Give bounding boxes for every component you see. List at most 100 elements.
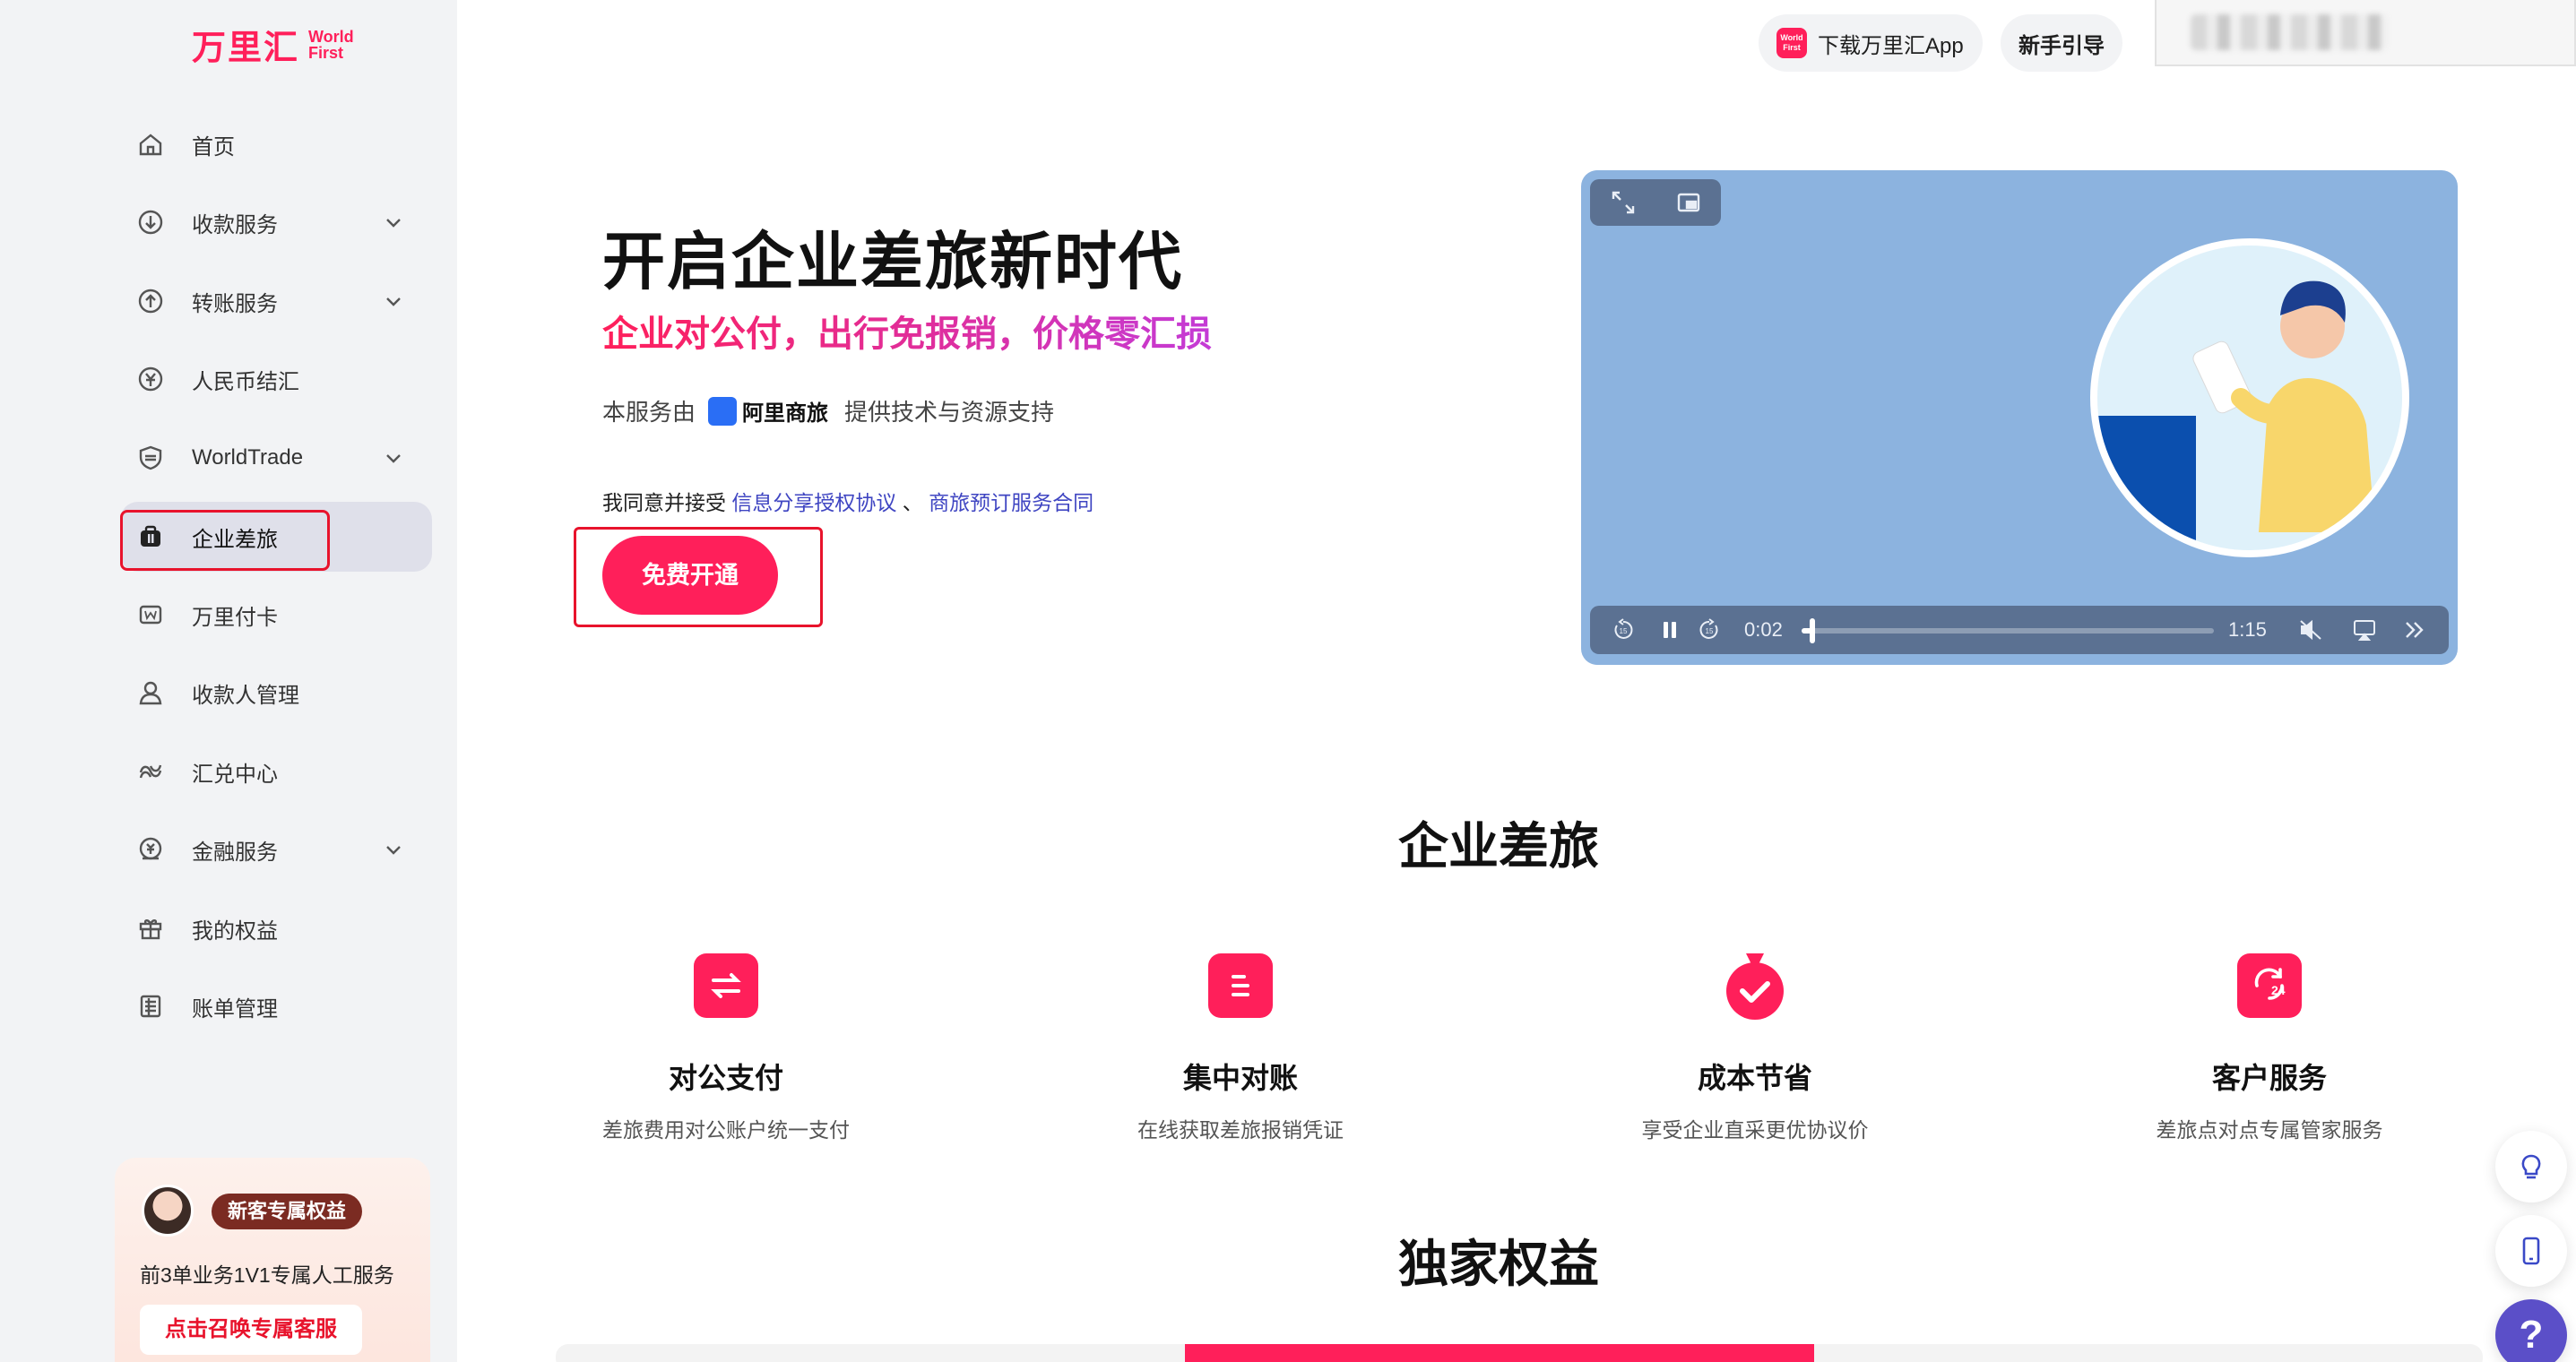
sidebar-item-label: 收款服务 <box>192 212 278 237</box>
feature-description: 在线获取差旅报销凭证 <box>1137 1118 1344 1142</box>
video-progress-handle[interactable] <box>1810 618 1816 643</box>
gift-icon <box>136 914 165 943</box>
beginner-guide-button[interactable]: 新手引导 <box>2001 14 2122 72</box>
user-account-menu[interactable] <box>2155 0 2576 66</box>
alibaba-travel-logo: 阿里商旅 <box>708 395 828 427</box>
feature-title: 客户服务 <box>2211 1062 2327 1094</box>
transfer-icon <box>136 287 165 315</box>
svg-text:24: 24 <box>2271 983 2286 997</box>
page-subtitle: 企业对公付，出行免报销，价格零汇损 <box>602 305 1212 357</box>
more-chevrons-icon[interactable] <box>2402 618 2427 642</box>
sidebar-item-label: 企业差旅 <box>192 527 278 552</box>
feature-title: 对公支付 <box>668 1062 783 1094</box>
feature-cost-saving: 成本节省 享受企业直采更优协议价 <box>1594 953 1916 1143</box>
service-provider-line: 本服务由 阿里商旅 提供技术与资源支持 <box>602 394 1054 427</box>
mute-icon[interactable] <box>2298 618 2323 642</box>
service-prefix: 本服务由 <box>602 399 696 426</box>
partner-name: 阿里商旅 <box>742 401 829 426</box>
chevron-down-icon <box>386 297 401 306</box>
sidebar-item-label: 收款人管理 <box>192 683 299 708</box>
fullscreen-icon[interactable] <box>1610 189 1637 216</box>
sidebar-item-benefits[interactable]: 我的权益 <box>120 893 432 963</box>
svg-text:15: 15 <box>1706 627 1714 635</box>
summon-support-button[interactable]: 点击召唤专属客服 <box>140 1305 362 1355</box>
service-suffix: 提供技术与资源支持 <box>844 399 1055 426</box>
page-title: 开启企业差旅新时代 <box>602 227 1183 297</box>
tips-button[interactable] <box>2495 1131 2567 1203</box>
video-top-controls <box>1590 179 1721 226</box>
sidebar-item-transfer[interactable]: 转账服务 <box>120 266 432 336</box>
sidebar-item-label: 首页 <box>192 134 235 159</box>
forward-15-icon[interactable]: 15 <box>1698 618 1721 642</box>
home-icon <box>136 130 165 159</box>
sidebar-item-home[interactable]: 首页 <box>120 109 432 179</box>
download-app-label: 下载万里汇App <box>1818 33 1964 58</box>
service-24-icon: 24 <box>2237 953 2302 1018</box>
intro-video-player[interactable]: 15 15 0:02 1:15 <box>1581 170 2458 665</box>
bill-icon <box>136 992 165 1021</box>
chevron-down-icon <box>386 454 401 463</box>
video-current-time: 0:02 <box>1744 618 1783 641</box>
phone-icon <box>2522 1237 2540 1265</box>
briefcase-icon <box>136 522 165 551</box>
sidebar-item-card[interactable]: 万里付卡 <box>120 580 432 650</box>
sidebar-item-payees[interactable]: 收款人管理 <box>120 658 432 728</box>
airplay-icon[interactable] <box>2352 618 2377 642</box>
sidebar-item-label: 万里付卡 <box>192 605 278 630</box>
rewind-15-icon[interactable]: 15 <box>1612 618 1635 642</box>
app-root: 万里汇 World First 首页 收款服务 转账服务 人民币结汇 World… <box>0 0 2576 1362</box>
feature-title: 集中对账 <box>1182 1062 1298 1094</box>
sidebar-item-label: 汇兑中心 <box>192 762 278 787</box>
card-icon <box>136 600 165 629</box>
sidebar: 万里汇 World First 首页 收款服务 转账服务 人民币结汇 World… <box>0 0 457 1362</box>
sidebar-item-rmb[interactable]: 人民币结汇 <box>120 344 432 414</box>
chevron-down-icon <box>386 219 401 228</box>
feature-description: 差旅点对点专属管家服务 <box>2156 1118 2383 1142</box>
free-activate-button[interactable]: 免费开通 <box>602 536 778 615</box>
sidebar-item-business-travel[interactable]: 企业差旅 <box>120 502 432 572</box>
feature-description: 享受企业直采更优协议价 <box>1641 1118 1869 1142</box>
section-title-benefits: 独家权益 <box>1398 1236 1599 1292</box>
feature-corporate-payment: 对公支付 差旅费用对公账户统一支付 <box>565 953 887 1143</box>
info-sharing-agreement-link[interactable]: 信息分享授权协议 <box>731 491 896 514</box>
benefits-tab-strip <box>556 1344 2483 1362</box>
sidebar-item-exchange[interactable]: 汇兑中心 <box>120 737 432 806</box>
pause-icon[interactable] <box>1658 618 1681 642</box>
receive-icon <box>136 208 165 237</box>
sidebar-item-label: WorldTrade <box>192 445 304 470</box>
agreement-line: 我同意并接受 信息分享授权协议 、 商旅预订服务合同 <box>602 486 1094 516</box>
question-mark-icon: ? <box>2519 1313 2544 1357</box>
feature-customer-service: 24 客户服务 差旅点对点专属管家服务 <box>2108 953 2431 1143</box>
shield-icon <box>136 444 165 472</box>
blurred-account-info <box>2191 14 2388 50</box>
feature-reconciliation: 集中对账 在线获取差旅报销凭证 <box>1079 953 1402 1143</box>
transfer-arrows-icon <box>694 953 758 1018</box>
sidebar-item-worldtrade[interactable]: WorldTrade <box>120 423 432 493</box>
help-button[interactable]: ? <box>2495 1299 2567 1362</box>
list-icon <box>1208 953 1273 1018</box>
sidebar-item-receive[interactable]: 收款服务 <box>120 187 432 257</box>
video-progress-bar[interactable] <box>1802 618 2214 643</box>
brand-name-en: World First <box>308 27 354 62</box>
download-app-button[interactable]: World First 下载万里汇App <box>1759 14 1983 72</box>
feature-title: 成本节省 <box>1697 1062 1812 1094</box>
agree-prefix: 我同意并接受 <box>602 491 726 514</box>
sidebar-item-bills[interactable]: 账单管理 <box>120 971 432 1041</box>
svg-text:15: 15 <box>1620 627 1628 635</box>
sidebar-item-label: 账单管理 <box>192 996 278 1022</box>
sidebar-item-label: 我的权益 <box>192 918 278 944</box>
exchange-icon <box>136 757 165 786</box>
rmb-icon <box>136 365 165 393</box>
feature-description: 差旅费用对公账户统一支付 <box>602 1118 850 1142</box>
benefits-active-tab[interactable] <box>1185 1344 1814 1362</box>
sidebar-item-label: 转账服务 <box>192 291 278 316</box>
brand-logo[interactable]: 万里汇 World First <box>192 20 385 69</box>
beginner-guide-label: 新手引导 <box>2018 33 2105 58</box>
brand-name-cn: 万里汇 <box>192 30 300 67</box>
moneybag-check-icon <box>1723 953 1787 1020</box>
video-duration: 1:15 <box>2228 618 2267 641</box>
travel-booking-contract-link[interactable]: 商旅预订服务合同 <box>929 491 1094 514</box>
picture-in-picture-icon[interactable] <box>1675 189 1702 216</box>
mobile-app-button[interactable] <box>2495 1215 2567 1287</box>
sidebar-item-label: 人民币结汇 <box>192 369 299 394</box>
